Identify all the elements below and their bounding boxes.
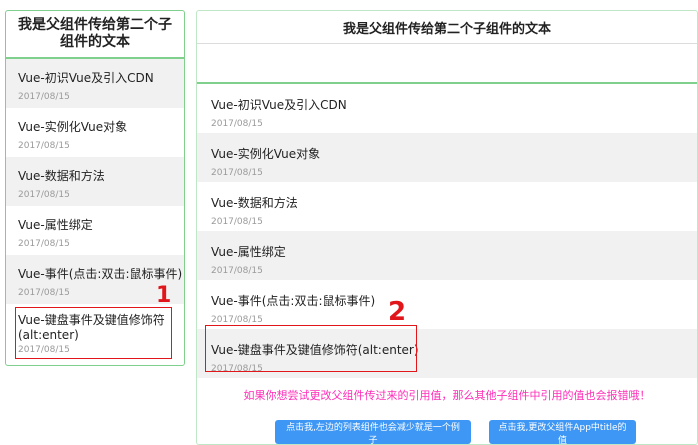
list-item-title: Vue-实例化Vue对象 (211, 147, 321, 161)
list-item-date: 2017/08/15 (18, 92, 70, 102)
right-list-panel: 我是父组件传给第二个子组件的文本 Vue-初识Vue及引入CDN 2017/08… (196, 10, 698, 445)
left-panel-title: 我是父组件传给第二个子组件的文本 (6, 11, 184, 59)
list-item[interactable]: Vue-实例化Vue对象 2017/08/15 (197, 133, 697, 182)
annotation-box-2 (205, 325, 417, 372)
list-item-date: 2017/08/15 (211, 217, 263, 227)
list-item[interactable]: Vue-事件(点击:双击:鼠标事件) 2017/08/15 (197, 280, 697, 329)
list-item-title: Vue-事件(点击:双击:鼠标事件) (211, 294, 376, 308)
list-item[interactable]: Vue-数据和方法 2017/08/15 (6, 157, 184, 206)
list-item[interactable]: Vue-初识Vue及引入CDN 2017/08/15 (197, 84, 697, 133)
right-panel-title: 我是父组件传给第二个子组件的文本 (197, 11, 697, 44)
reduce-list-button[interactable]: 点击我,左边的列表组件也会减少就是一个例子 (275, 420, 471, 444)
list-item[interactable]: Vue-实例化Vue对象 2017/08/15 (6, 108, 184, 157)
list-item[interactable]: Vue-数据和方法 2017/08/15 (197, 182, 697, 231)
list-item-date: 2017/08/15 (211, 168, 263, 178)
list-item-date: 2017/08/15 (18, 141, 70, 151)
list-item-date: 2017/08/15 (211, 315, 263, 325)
list-item-title: Vue-属性绑定 (18, 218, 93, 232)
list-item-date: 2017/08/15 (18, 190, 70, 200)
list-item-title: Vue-数据和方法 (211, 196, 298, 210)
change-title-button[interactable]: 点击我,更改父组件App中title的值 (489, 420, 636, 444)
list-item[interactable]: Vue-初识Vue及引入CDN 2017/08/15 (6, 59, 184, 108)
list-item-title: Vue-数据和方法 (18, 169, 105, 183)
annotation-number-2: 2 (388, 297, 407, 327)
list-item[interactable]: Vue-属性绑定 2017/08/15 (6, 206, 184, 255)
warning-text: 如果你想尝试更改父组件传过来的引用值，那么其他子组件中引用的值也会报错哦！ (243, 389, 651, 402)
list-item[interactable]: Vue-属性绑定 2017/08/15 (197, 231, 697, 280)
list-item-date: 2017/08/15 (211, 266, 263, 276)
list-item-title: Vue-实例化Vue对象 (18, 120, 128, 134)
list-item-title: Vue-属性绑定 (211, 245, 286, 259)
annotation-box-1 (15, 307, 172, 359)
list-item-date: 2017/08/15 (211, 119, 263, 129)
list-item-title: Vue-初识Vue及引入CDN (18, 71, 154, 85)
list-item-date: 2017/08/15 (18, 239, 70, 249)
right-panel-spacer (197, 44, 697, 84)
list-item-title: Vue-事件(点击:双击:鼠标事件) (18, 267, 183, 281)
list-item-title: Vue-初识Vue及引入CDN (211, 98, 347, 112)
annotation-number-1: 1 (156, 283, 172, 308)
